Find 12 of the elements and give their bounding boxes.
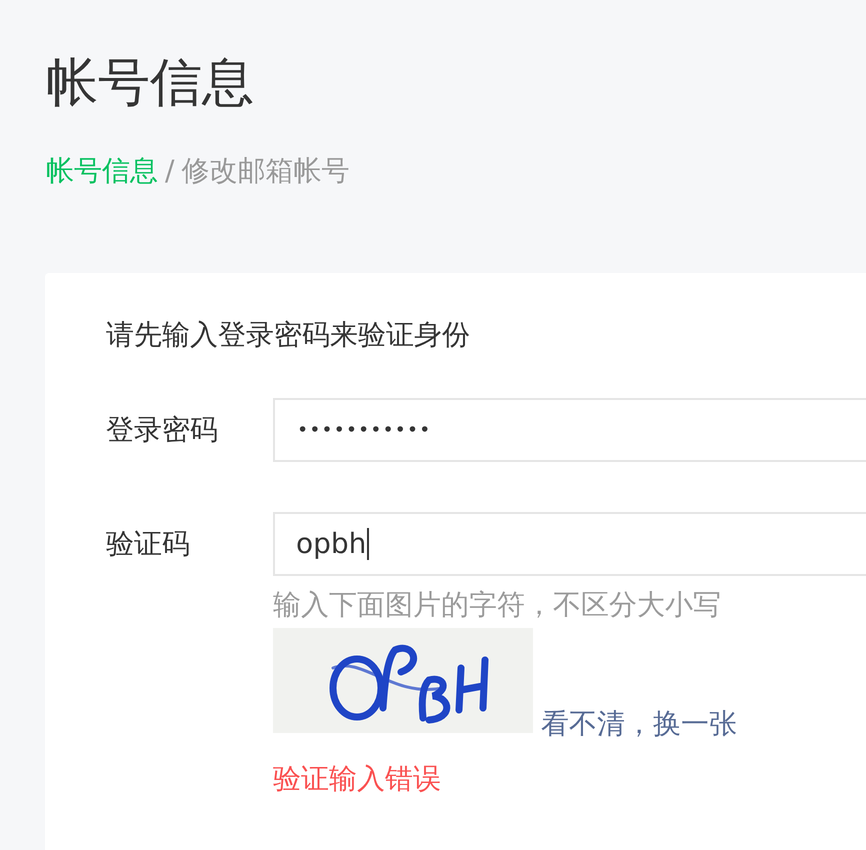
password-input[interactable]: ••••••••••• — [273, 398, 866, 462]
captcha-drawing[interactable] — [273, 628, 533, 733]
hint-text: 输入下面图片的字符，不区分大小写 — [273, 587, 722, 623]
error-message: 验证输入错误 — [273, 761, 442, 797]
breadcrumb-separator: / — [165, 154, 174, 187]
intro-text: 请先输入登录密码来验证身份 — [106, 317, 471, 353]
captcha-input[interactable]: opbh — [273, 512, 866, 576]
page-title: 帐号信息 — [46, 52, 255, 114]
breadcrumb-current: 修改邮箱帐号 — [181, 154, 350, 187]
field-label: 验证码 — [106, 526, 190, 562]
field-label: 登录密码 — [106, 412, 218, 448]
refresh-captcha-link[interactable]: 看不清，换一张 — [541, 707, 737, 740]
